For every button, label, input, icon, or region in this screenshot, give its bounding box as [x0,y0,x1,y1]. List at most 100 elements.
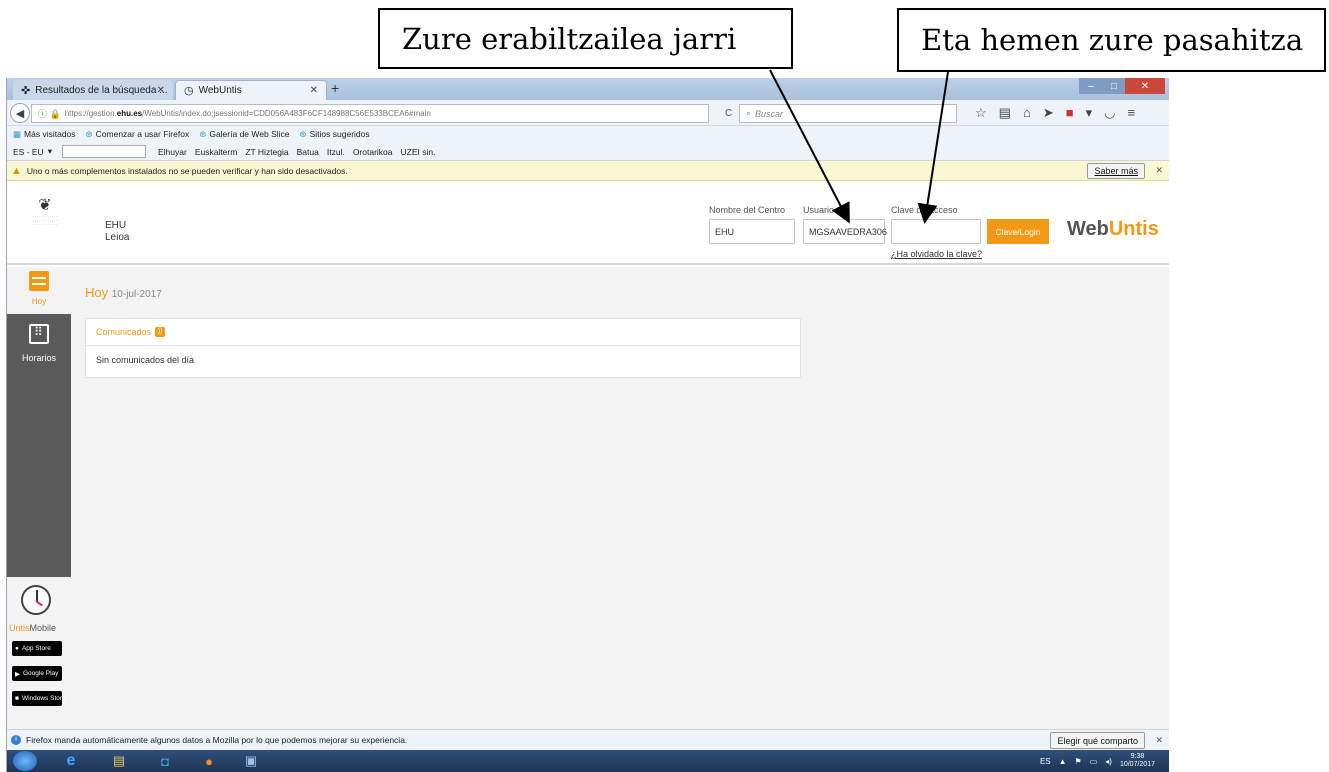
apple-icon: ● [15,645,19,652]
school-info: EHU Leioa [105,220,129,244]
dictionary-search-input[interactable] [61,145,146,158]
url-host: ehu.es [116,109,143,118]
dropdown-icon[interactable]: ▾ [1086,105,1093,121]
webuntis-header: ❦ · · · · · · · · · · · · · · · · · · · … [7,181,1169,265]
bookmark-item[interactable]: ⊛ Sitios sugeridos [300,129,370,140]
pdf-icon[interactable]: ■ [1066,105,1074,121]
tab-webuntis[interactable]: ◷ WebUntis ✕ [175,80,327,100]
card-title: Comunicados [96,327,152,337]
login-button[interactable]: Clave/Login [987,219,1049,244]
sidebar-item-horarios[interactable]: Horarios [7,314,71,577]
close-tab-icon[interactable]: ✕ [157,85,165,96]
today-grid-icon [29,271,49,291]
chevron-down-icon[interactable]: ▾ [48,146,52,157]
dictionary-link[interactable]: Itzul. [327,147,345,157]
menu-icon[interactable]: ≡ [1127,105,1135,121]
reload-icon[interactable]: C [725,108,732,119]
browser-window: ✜ Resultados de la búsqueda ... ✕ ◷ WebU… [6,78,1169,772]
volume-icon[interactable]: ◂) [1105,757,1112,766]
network-icon[interactable]: ▭ [1090,757,1098,766]
dictionary-links: Elhuyar Euskalterm ZT Hiztegia Batua Itz… [158,147,435,157]
tab-search-results[interactable]: ✜ Resultados de la búsqueda ... ✕ [13,80,173,100]
forgot-password-link[interactable]: ¿Ha olvidado la clave? [891,249,982,259]
dictionary-link[interactable]: ZT Hiztegia [245,147,288,157]
language-selector[interactable]: ES - EU [13,147,44,157]
close-tab-icon[interactable]: ✕ [310,85,318,96]
toolbar-icons: ☆ ▤ ⌂ ➤ ■ ▾ ◡ ≡ [975,105,1135,121]
dictionary-link[interactable]: Elhuyar [158,147,187,157]
windows-store-badge[interactable]: ■ Windows Store [12,691,66,706]
username-callout: Zure erabiltzailea jarri [378,8,793,69]
info-icon: i [11,735,21,745]
tab-bar: ✜ Resultados de la búsqueda ... ✕ ◷ WebU… [7,78,1169,100]
search-placeholder: Buscar [755,108,784,119]
card-header: Comunicados )) [86,319,800,346]
system-tray: ES ▲ ⚑ ▭ ◂) 9:38 10/07/2017 [1040,753,1155,769]
new-tab-icon[interactable]: + [331,80,339,96]
choose-share-button[interactable]: Elegir qué comparto [1050,732,1145,749]
search-icon: ⌕ [746,108,752,118]
back-button[interactable]: ◀ [10,103,30,123]
bottom-notification-text: Firefox manda automáticamente algunos da… [26,735,408,745]
brand-web: Web [1067,218,1109,240]
url-prefix: https://gestion. [64,109,117,118]
tray-language[interactable]: ES [1040,757,1051,766]
center-field[interactable]: EHU [709,219,795,244]
maximize-button[interactable]: □ [1103,78,1125,94]
bookmark-item[interactable]: ⊛ Galería de Web Slice [199,129,289,140]
home-icon[interactable]: ⌂ [1023,105,1031,121]
main-content: Hoy 10-jul-2017 Comunicados )) Sin comun… [71,267,1169,729]
close-icon[interactable]: ✕ [1155,165,1163,176]
dictionary-link[interactable]: Euskalterm [195,147,238,157]
pocket-icon[interactable]: ◡ [1104,105,1115,121]
app-store-badge[interactable]: ● App Store [12,641,62,656]
password-label: Clave de acceso [891,205,958,215]
sidebar-item-hoy[interactable]: Hoy [7,267,71,314]
file-explorer-icon[interactable]: ▤ [101,751,137,771]
ehu-favicon-icon: ✜ [21,84,31,97]
webuntis-logo: WebUntis [1067,218,1159,241]
page: Zure erabiltzailea jarri Eta hemen zure … [0,0,1329,772]
minimize-button[interactable]: – [1079,78,1103,94]
windows-taskbar: e ▤ ◘ ● ▣ ES ▲ ⚑ ▭ ◂) 9:38 10/07/2017 [7,750,1169,772]
addon-notification-bar: ▲ Uno o más complementos instalados no s… [7,161,1169,181]
flag-icon[interactable]: ⚑ [1075,757,1082,766]
rss-icon[interactable]: )) [155,327,166,337]
outlook-icon[interactable]: ◘ [147,751,183,771]
bookmarks-bar: ▦ Más visitados ⊛ Comenzar a usar Firefox … [7,126,1169,143]
username-field[interactable]: MGSAAVEDRA306 [803,219,887,244]
tray-clock[interactable]: 9:38 10/07/2017 [1120,753,1155,769]
dictionary-link[interactable]: Orotarikoa [353,147,393,157]
google-play-badge[interactable]: ▶ Google Play [12,666,62,681]
window-controls: – □ ✕ [1079,78,1165,94]
word-icon[interactable]: ▣ [233,751,269,771]
url-rest: /WebUntis/index.do;jsessionid=CDD056A483… [142,109,431,118]
sidebar-item-label: Horarios [21,353,56,363]
start-button[interactable] [13,751,37,771]
bookmark-item[interactable]: ▦ Más visitados [13,129,76,140]
dictionary-link[interactable]: Batua [297,147,319,157]
close-window-button[interactable]: ✕ [1125,78,1165,94]
notification-text: Uno o más complementos instalados no se … [26,165,348,176]
learn-more-button[interactable]: Saber más [1087,163,1145,179]
password-field[interactable] [891,219,981,244]
bookmark-item[interactable]: ⊛ Comenzar a usar Firefox [86,129,190,140]
dictionary-link[interactable]: UZEI sin. [401,147,436,157]
page-title-text: Hoy [85,285,109,300]
url-bar[interactable]: ⓘ 🔒 https://gestion. ehu.es/WebUntis/inde… [31,104,709,123]
search-input[interactable]: ⌕ Buscar [739,104,957,123]
page-title: Hoy 10-jul-2017 [85,285,162,300]
center-label: Nombre del Centro [709,205,786,215]
telemetry-notification-bar: i Firefox manda automáticamente algunos … [7,729,1169,750]
firefox-icon: ⊛ [85,129,93,139]
bookmarks-menu-icon[interactable]: ▤ [999,105,1011,121]
clock-favicon-icon: ◷ [184,85,194,97]
close-icon[interactable]: ✕ [1155,735,1163,746]
bookmark-star-icon[interactable]: ☆ [975,105,987,121]
send-icon[interactable]: ➤ [1043,105,1054,121]
user-label: Usuario [803,205,835,215]
internet-explorer-icon[interactable]: e [53,751,89,771]
tray-expand-icon[interactable]: ▲ [1059,757,1067,766]
lock-icon: ⓘ 🔒 [38,109,61,119]
firefox-taskbar-icon[interactable]: ● [191,751,227,771]
